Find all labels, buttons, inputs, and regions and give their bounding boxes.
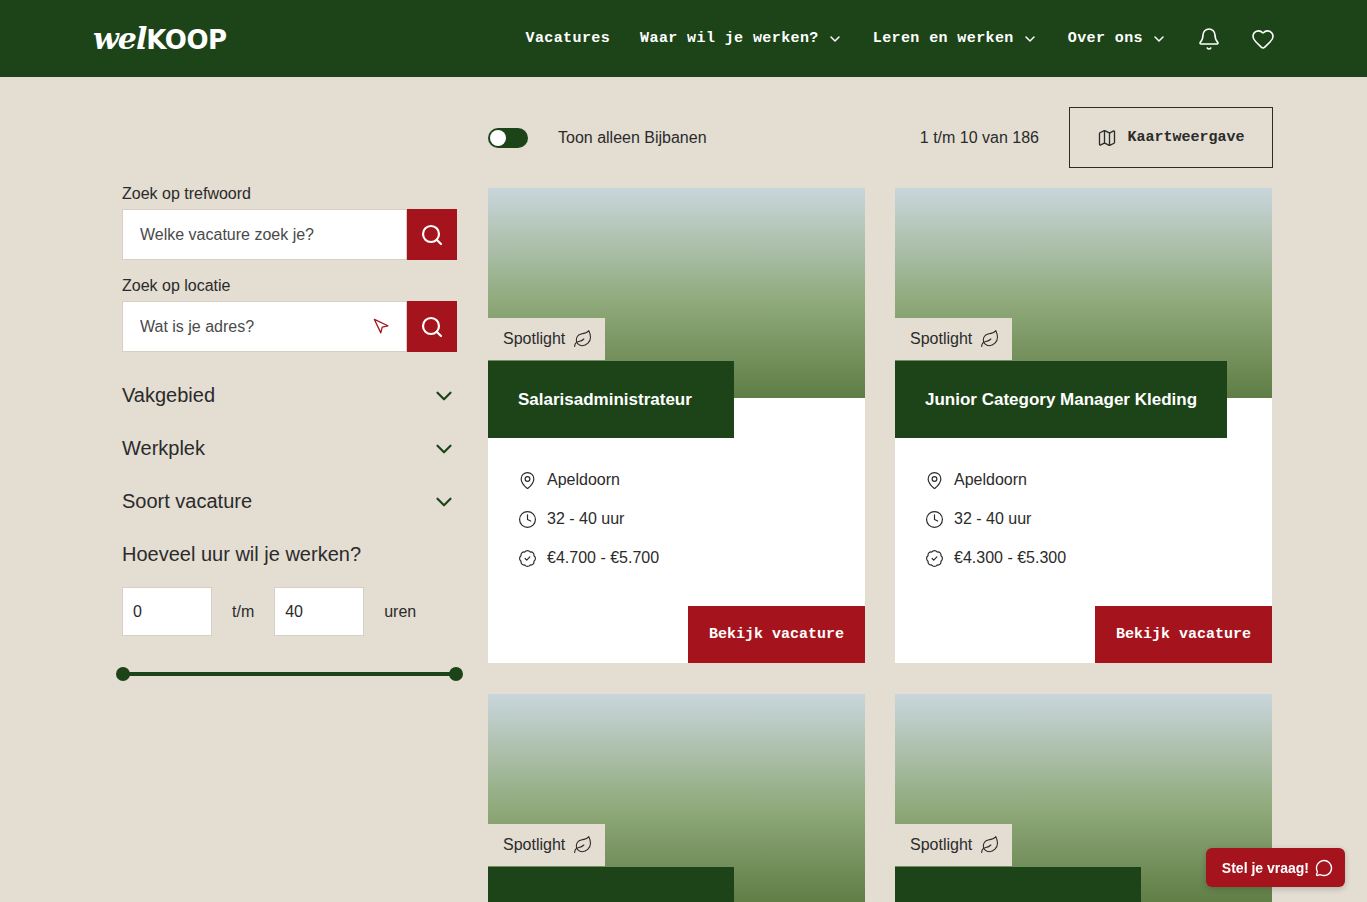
location-pin-icon [518, 471, 537, 490]
location-input[interactable] [138, 317, 373, 337]
chevron-down-icon [827, 31, 843, 47]
toggle-label: Toon alleen Bijbanen [558, 129, 707, 147]
spotlight-badge: Spotlight [895, 824, 1012, 866]
spotlight-badge: Spotlight [895, 318, 1012, 360]
hours-title: Hoeveel uur wil je werken? [122, 528, 457, 581]
filter-group[interactable]: Soort vacature [122, 475, 457, 528]
results-toolbar: Toon alleen Bijbanen 1 t/m 10 van 186 Kaar… [488, 107, 1273, 168]
location-label: Zoek op locatie [122, 277, 457, 295]
vacancy-card[interactable]: Spotlight [488, 694, 865, 902]
chevron-down-icon [431, 383, 457, 409]
vacancy-card[interactable]: SpotlightJunior Category Manager Kleding… [895, 188, 1272, 663]
keyword-field [122, 209, 407, 260]
hours-min-input[interactable] [122, 587, 212, 636]
slider-handle[interactable] [116, 667, 130, 681]
site-header: welKOOP Vacatures Waar wil je werken? Leren… [0, 0, 1367, 77]
vacancy-details: Apeldoorn 32 - 40 uur €4.700 - €5.700 [488, 438, 865, 568]
leaf-icon [573, 835, 593, 855]
filter-sidebar: Zoek op trefwoord Zoek op locatie Vakgebie… [122, 77, 457, 902]
chevron-down-icon [431, 489, 457, 515]
search-icon [420, 223, 444, 247]
search-button[interactable] [407, 209, 457, 260]
search-icon [420, 315, 444, 339]
chevron-down-icon [431, 436, 457, 462]
leaf-icon [980, 835, 1000, 855]
vacancy-title[interactable] [488, 867, 734, 902]
spotlight-badge: Spotlight [488, 824, 605, 866]
vacancy-hours: 32 - 40 uur [518, 509, 835, 529]
clock-icon [925, 510, 944, 529]
leaf-icon [980, 329, 1000, 349]
vacancy-title[interactable]: Junior Category Manager Kleding [895, 361, 1227, 438]
vacancy-salary: €4.700 - €5.700 [518, 548, 835, 568]
nav-item[interactable]: Waar wil je werken? [640, 30, 843, 47]
locate-arrow-icon[interactable] [373, 318, 390, 335]
vacancy-details: Apeldoorn 32 - 40 uur €4.300 - €5.300 [895, 438, 1272, 568]
hours-range: t/muren [122, 587, 457, 636]
vacancy-grid: SpotlightSalarisadministrateurApeldoorn3… [488, 188, 1273, 902]
filter-group[interactable]: Vakgebied [122, 369, 457, 422]
chevron-down-icon [1022, 31, 1038, 47]
clock-icon [518, 510, 537, 529]
main-nav: Vacatures Waar wil je werken? Leren en wer… [525, 27, 1275, 51]
keyword-input[interactable] [138, 225, 390, 245]
vacancy-title[interactable] [895, 867, 1141, 902]
hours-max-input[interactable] [274, 587, 364, 636]
location-field [122, 301, 407, 352]
check-badge-icon [925, 549, 944, 568]
chat-button[interactable]: Stel je vraag! [1206, 848, 1345, 887]
keyword-search [122, 209, 457, 260]
search-button[interactable] [407, 301, 457, 352]
vacancy-hours: 32 - 40 uur [925, 509, 1242, 529]
view-vacancy-button[interactable]: Bekijk vacature [688, 606, 865, 663]
leaf-icon [573, 329, 593, 349]
vacancy-salary: €4.300 - €5.300 [925, 548, 1242, 568]
map-view-button[interactable]: Kaartweergave [1069, 107, 1273, 168]
whatsapp-icon [1315, 859, 1333, 877]
nav-item[interactable]: Leren en werken [873, 30, 1038, 47]
vacancy-location: Apeldoorn [925, 470, 1242, 490]
result-count: 1 t/m 10 van 186 [920, 129, 1039, 147]
bijbanen-toggle[interactable] [488, 128, 528, 148]
location-pin-icon [925, 471, 944, 490]
nav-item[interactable]: Vacatures [525, 30, 610, 47]
logo[interactable]: welKOOP [93, 21, 227, 56]
vacancy-location: Apeldoorn [518, 470, 835, 490]
slider-handle[interactable] [449, 667, 463, 681]
keyword-label: Zoek op trefwoord [122, 185, 457, 203]
heart-icon[interactable] [1251, 27, 1275, 51]
vacancy-title[interactable]: Salarisadministrateur [488, 361, 734, 438]
filter-group[interactable]: Werkplek [122, 422, 457, 475]
location-search [122, 301, 457, 352]
check-badge-icon [518, 549, 537, 568]
map-icon [1097, 128, 1117, 148]
nav-item[interactable]: Over ons [1068, 30, 1167, 47]
vacancy-card[interactable]: SpotlightSalarisadministrateur Apeldoorn 3… [488, 188, 865, 663]
hours-slider[interactable] [123, 672, 456, 676]
chevron-down-icon [1151, 31, 1167, 47]
spotlight-badge: Spotlight [488, 318, 605, 360]
bell-icon[interactable] [1197, 27, 1221, 51]
view-vacancy-button[interactable]: Bekijk vacature [1095, 606, 1272, 663]
